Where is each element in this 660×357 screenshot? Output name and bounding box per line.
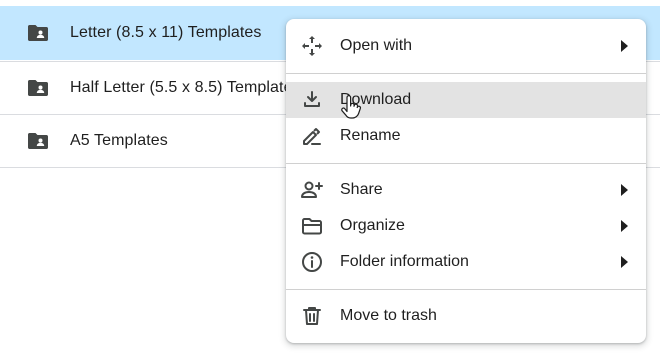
file-name: A5 Templates	[70, 132, 168, 149]
menu-item-label: Move to trash	[340, 307, 437, 324]
menu-divider	[286, 289, 646, 290]
context-menu: Open with Download Rename Share Organize…	[286, 19, 646, 343]
info-icon	[302, 252, 322, 272]
file-name: Letter (8.5 x 11) Templates	[70, 24, 262, 41]
menu-item-share[interactable]: Share	[286, 172, 646, 208]
menu-divider	[286, 73, 646, 74]
shared-folder-icon	[28, 80, 48, 96]
menu-item-label: Open with	[340, 37, 413, 54]
menu-item-label: Organize	[340, 217, 405, 234]
download-icon	[304, 91, 320, 107]
menu-item-label: Folder information	[340, 253, 469, 270]
folder-open-icon	[302, 218, 322, 235]
shared-folder-icon	[28, 133, 48, 149]
share-person-add-icon	[301, 181, 323, 198]
menu-item-download[interactable]: Download	[286, 82, 646, 118]
menu-item-label: Share	[340, 181, 383, 198]
file-name: Half Letter (5.5 x 8.5) Templates	[70, 79, 301, 96]
shared-folder-icon	[28, 25, 48, 41]
submenu-arrow-icon	[621, 256, 628, 268]
rename-pencil-icon	[303, 128, 321, 145]
menu-item-label: Download	[340, 91, 412, 108]
menu-divider	[286, 163, 646, 164]
menu-item-move-to-trash[interactable]: Move to trash	[286, 298, 646, 334]
submenu-arrow-icon	[621, 40, 628, 52]
submenu-arrow-icon	[621, 220, 628, 232]
menu-item-folder-information[interactable]: Folder information	[286, 244, 646, 280]
submenu-arrow-icon	[621, 184, 628, 196]
trash-icon	[303, 307, 321, 325]
menu-item-organize[interactable]: Organize	[286, 208, 646, 244]
menu-item-rename[interactable]: Rename	[286, 118, 646, 154]
move-arrows-icon	[302, 36, 322, 56]
menu-item-label: Rename	[340, 127, 401, 144]
menu-item-open-with[interactable]: Open with	[286, 28, 646, 64]
drive-file-view: Letter (8.5 x 11) Templates Half Letter …	[0, 0, 660, 357]
